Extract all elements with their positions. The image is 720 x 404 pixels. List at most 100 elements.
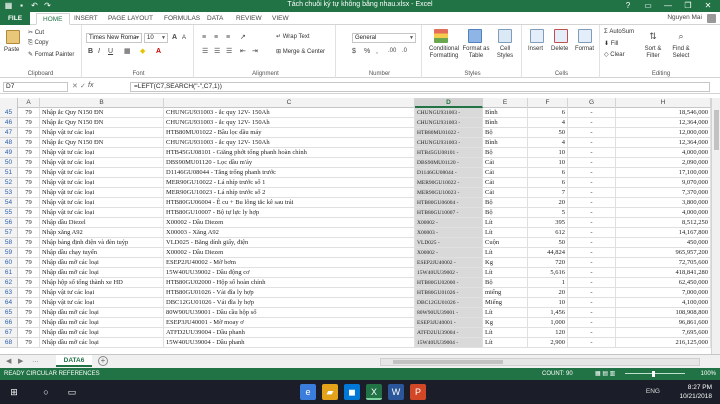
row-header[interactable]: 64 [0, 298, 18, 308]
cell-g[interactable]: - [568, 268, 616, 278]
cell-f[interactable]: 2,900 [528, 338, 568, 348]
more-sheets-icon[interactable]: … [32, 357, 39, 364]
cell-h[interactable]: 216,125,000 [616, 338, 711, 348]
row-header[interactable]: 58 [0, 238, 18, 248]
align-bottom-icon[interactable]: ≡ [226, 33, 230, 42]
cell-f[interactable]: 395 [528, 218, 568, 228]
percent-button[interactable]: % [364, 47, 370, 56]
cell-e[interactable]: Bình [483, 138, 528, 148]
cell-d[interactable]: DBC12GU01026 - [415, 298, 483, 308]
cell-a[interactable]: 79 [18, 228, 40, 238]
cell-f[interactable]: 20 [528, 198, 568, 208]
cell-c[interactable]: D1146GU08044 - Tăng trống phanh trước [164, 168, 415, 178]
cell-d[interactable]: ATFD2UU39004 - [415, 328, 483, 338]
increase-indent-icon[interactable]: ⇥ [252, 47, 258, 56]
cell-f[interactable]: 7 [528, 188, 568, 198]
cell-d[interactable]: 15W40UU39002 - [415, 268, 483, 278]
column-header-f[interactable]: F [528, 98, 568, 108]
cell-a[interactable]: 79 [18, 288, 40, 298]
italic-button[interactable]: I [98, 47, 100, 56]
insert-cells-icon[interactable] [530, 29, 544, 43]
cell-e[interactable]: Bình [483, 118, 528, 128]
cell-g[interactable]: - [568, 318, 616, 328]
cell-h[interactable]: 17,100,000 [616, 168, 711, 178]
cell-e[interactable]: Lít [483, 328, 528, 338]
number-format-select[interactable]: General ▼ [352, 33, 416, 43]
task-view-icon[interactable]: ▭ [64, 384, 80, 400]
cell-b[interactable]: Nhập dầu mỡ các loại [40, 268, 164, 278]
cell-c[interactable]: CHUNGU931003 - ắc quy 12V- 150Ah [164, 118, 415, 128]
grow-font-button[interactable]: A [172, 33, 177, 42]
cell-b[interactable]: Nhập vật tư các loại [40, 148, 164, 158]
cell-g[interactable]: - [568, 208, 616, 218]
cell-f[interactable]: 4 [528, 138, 568, 148]
borders-icon[interactable]: ▦ [124, 47, 131, 56]
fill-color-icon[interactable]: ◆ [140, 47, 145, 56]
cell-h[interactable]: 12,000,000 [616, 128, 711, 138]
cell-f[interactable]: 20 [528, 288, 568, 298]
format-button[interactable]: Format [575, 46, 594, 52]
autosum-button[interactable]: Σ AutoSum [604, 29, 634, 35]
folder-icon[interactable]: ▰ [322, 384, 338, 400]
tab-formulas[interactable]: FORMULAS [164, 13, 200, 25]
insert-function-button[interactable]: fx [88, 82, 93, 89]
help-button[interactable]: ? [618, 0, 638, 12]
cell-b[interactable]: Nhập vật tư các loại [40, 298, 164, 308]
cell-g[interactable]: - [568, 148, 616, 158]
cell-g[interactable]: - [568, 298, 616, 308]
cell-e[interactable]: Cái [483, 178, 528, 188]
font-color-icon[interactable]: A [156, 47, 161, 56]
cell-g[interactable]: - [568, 248, 616, 258]
cell-c[interactable]: HTB45GU08101 - Giăng phớt tổng phanh hoà… [164, 148, 415, 158]
cell-e[interactable]: Miếng [483, 298, 528, 308]
cell-b[interactable]: Nhập dầu mỡ các loại [40, 338, 164, 348]
browser-icon[interactable]: e [300, 384, 316, 400]
cell-h[interactable]: 72,705,600 [616, 258, 711, 268]
cell-h[interactable]: 108,908,800 [616, 308, 711, 318]
bold-button[interactable]: B [88, 47, 93, 56]
cell-d[interactable]: HTB80MU01022 - [415, 128, 483, 138]
currency-button[interactable]: $ [352, 47, 356, 56]
cell-d[interactable]: ESEP3JU40001 - [415, 318, 483, 328]
insert-button[interactable]: Insert [528, 46, 543, 52]
cell-e[interactable]: miếng [483, 288, 528, 298]
cell-c[interactable]: 15W40UU39004 - Dầu phanh [164, 338, 415, 348]
cell-g[interactable]: - [568, 188, 616, 198]
conditional-formatting-icon[interactable] [434, 29, 448, 43]
cell-h[interactable]: 62,450,000 [616, 278, 711, 288]
cell-h[interactable]: 96,861,600 [616, 318, 711, 328]
store-icon[interactable]: ◼ [344, 384, 360, 400]
cell-h[interactable]: 7,695,600 [616, 328, 711, 338]
tab-page-layout[interactable]: PAGE LAYOUT [108, 13, 153, 25]
cut-button[interactable]: ✂ Cut [28, 29, 44, 36]
cell-d[interactable]: CHUNGU931003 - [415, 118, 483, 128]
column-header-h[interactable]: H [616, 98, 711, 108]
row-header[interactable]: 62 [0, 278, 18, 288]
cell-d[interactable]: 80W90UU39001 - [415, 308, 483, 318]
cell-h[interactable]: 4,000,000 [616, 148, 711, 158]
cell-f[interactable]: 10 [528, 158, 568, 168]
cell-d[interactable]: HTB80GU01026 - [415, 288, 483, 298]
minimize-button[interactable]: — [658, 0, 678, 12]
row-header[interactable]: 63 [0, 288, 18, 298]
binoculars-icon[interactable]: ⌕ [674, 29, 688, 43]
cell-f[interactable]: 1 [528, 278, 568, 288]
cell-d[interactable]: MER90GU10023 - [415, 188, 483, 198]
wrap-text-button[interactable]: ↵ Wrap Text [276, 33, 310, 40]
tab-file[interactable]: FILE [0, 12, 30, 25]
cell-b[interactable]: Nhập ắc Quy N150 ĐN [40, 138, 164, 148]
row-header[interactable]: 68 [0, 338, 18, 348]
align-center-icon[interactable]: ☰ [214, 47, 220, 56]
ribbon-display-button[interactable]: ▭ [638, 0, 658, 12]
cell-f[interactable]: 10 [528, 298, 568, 308]
cell-a[interactable]: 79 [18, 208, 40, 218]
cell-c[interactable]: X00003 - Xăng A92 [164, 228, 415, 238]
sort-filter-icon[interactable]: ⇅ [646, 29, 660, 43]
cell-b[interactable]: Nhập ắc Quy N150 ĐN [40, 108, 164, 118]
cell-d[interactable]: MER90GU10022 - [415, 178, 483, 188]
cell-e[interactable]: Kg [483, 258, 528, 268]
underline-button[interactable]: U [108, 47, 113, 56]
cell-a[interactable]: 79 [18, 258, 40, 268]
align-top-icon[interactable]: ≡ [202, 33, 206, 42]
cell-d[interactable]: X00003 - [415, 228, 483, 238]
